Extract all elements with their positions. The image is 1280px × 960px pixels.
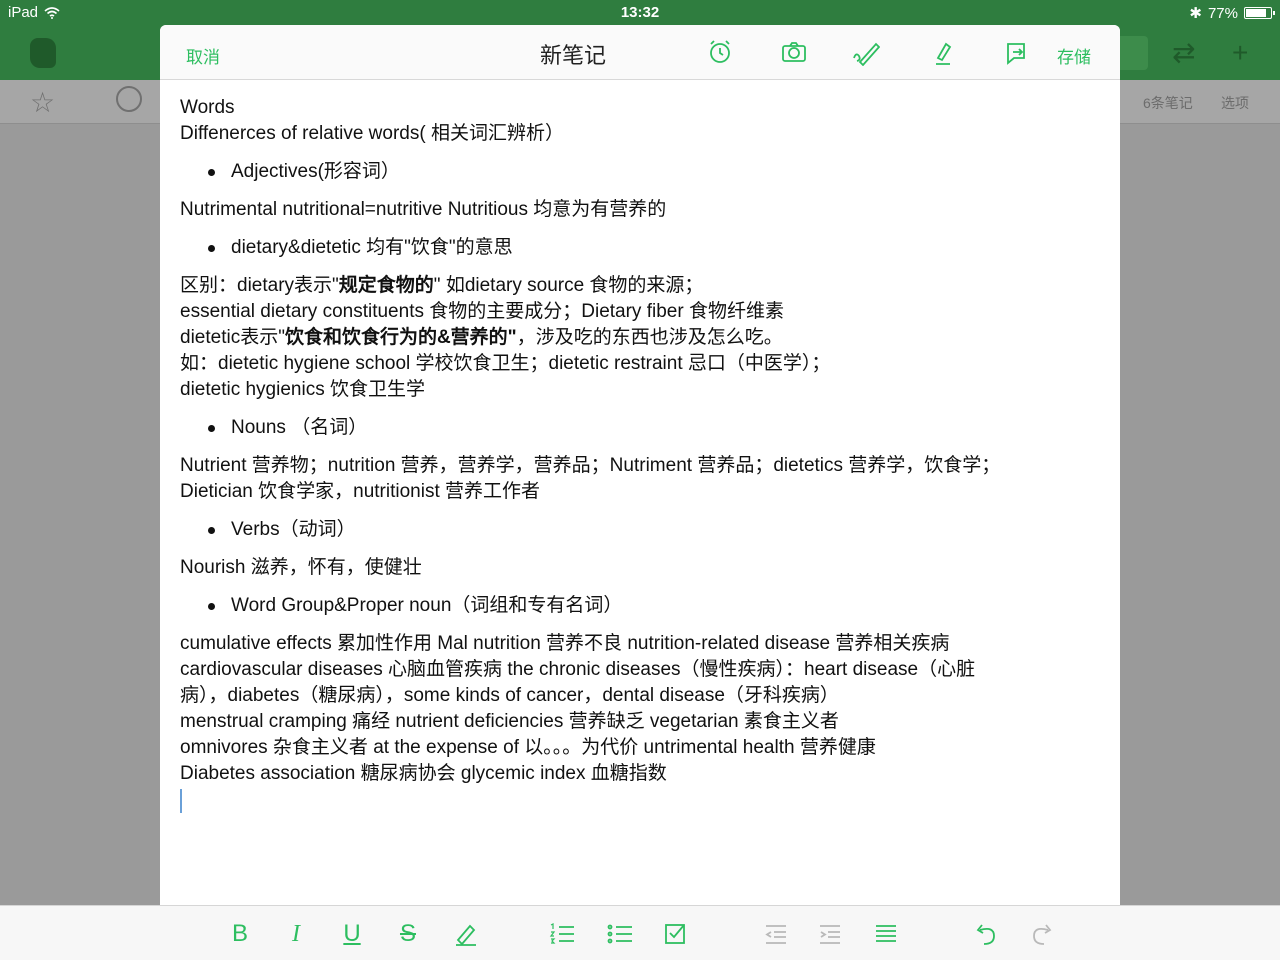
indent-icon[interactable] — [816, 920, 844, 948]
note-line: 如：dietetic hygiene school 学校饮食卫生；dieteti… — [180, 353, 831, 374]
note-line: Words — [180, 97, 235, 118]
undo-icon[interactable] — [972, 920, 1000, 948]
options-button[interactable]: 选项 — [1221, 93, 1249, 113]
bold-icon[interactable]: B — [226, 920, 254, 948]
note-count: 6条笔记 — [1143, 95, 1193, 111]
evernote-logo-icon[interactable] — [30, 38, 56, 68]
editor-header: 取消 新笔记 存储 — [160, 25, 1120, 80]
note-line: 区别：dietary表示"规定食物的" 如dietary source 食物的来… — [180, 273, 1080, 299]
text-span: 区别：dietary表示" — [180, 275, 339, 296]
note-line: Diabetes association 糖尿病协会 glycemic inde… — [180, 763, 667, 784]
note-line: dietetic hygienics 饮食卫生学 — [180, 379, 425, 400]
bullet-dot — [208, 424, 215, 432]
note-line: essential dietary constituents 食物的主要成分；D… — [180, 301, 784, 322]
highlight-icon[interactable] — [452, 920, 480, 948]
text-cursor — [180, 789, 182, 813]
bullet-item: Verbs（动词） — [208, 517, 1080, 543]
bulleted-list-icon[interactable] — [606, 920, 634, 948]
bluetooth-icon: ✱ — [1189, 5, 1202, 22]
bullet-dot — [208, 526, 215, 534]
battery-percent: 77% — [1207, 4, 1238, 22]
outdent-icon[interactable] — [762, 920, 790, 948]
note-line: menstrual cramping 痛经 nutrient deficienc… — [180, 711, 839, 732]
align-icon[interactable] — [872, 920, 900, 948]
camera-icon[interactable] — [780, 38, 808, 66]
checkbox-icon[interactable] — [662, 920, 690, 948]
status-right: ✱ 77% — [1189, 4, 1275, 22]
share-note-icon[interactable] — [1002, 38, 1030, 66]
bold-text: 规定食物的 — [338, 275, 434, 296]
handwriting-icon[interactable] — [852, 38, 881, 67]
share-icon[interactable]: ⇄ — [1172, 38, 1195, 68]
text-span: " 如dietary source 食物的来源； — [433, 275, 704, 296]
text-span: ，涉及吃的东西也涉及怎么吃。 — [516, 327, 783, 348]
note-line: cumulative effects 累加性作用 Mal nutrition 营… — [180, 633, 950, 654]
note-content[interactable]: Words Diffenerces of relative words( 相关词… — [180, 95, 1080, 813]
bullet-item: Nouns （名词） — [208, 415, 1080, 441]
bullet-text: Adjectives(形容词） — [231, 161, 400, 182]
bullet-item: Word Group&Proper noun（词组和专有名词） — [208, 593, 1080, 619]
add-icon[interactable]: + — [1232, 38, 1248, 68]
bullet-dot — [208, 168, 215, 176]
bullet-dot — [208, 244, 215, 252]
note-line: Diffenerces of relative words( 相关词汇辨析） — [180, 123, 564, 144]
note-line: Nutrient 营养物；nutrition 营养，营养学，营养品；Nutrim… — [180, 455, 1001, 476]
status-bar: iPad 13:32 ✱ 77% — [0, 0, 1280, 26]
bullet-text: Verbs（动词） — [231, 519, 356, 540]
format-toolbar: B I U S — [0, 905, 1280, 960]
note-line: 病），diabetes（糖尿病），some kinds of cancer，de… — [180, 685, 839, 706]
battery-icon — [1244, 7, 1275, 19]
bullet-dot — [208, 602, 215, 610]
italic-icon[interactable]: I — [282, 920, 310, 948]
new-note-editor: 取消 新笔记 存储 Words Diffenerces of relative … — [160, 25, 1120, 905]
reminder-icon[interactable] — [116, 86, 142, 112]
pen-icon[interactable] — [928, 38, 956, 66]
note-line: Dietician 饮食学家，nutritionist 营养工作者 — [180, 481, 541, 502]
note-line: Nourish 滋养，怀有，使健壮 — [180, 557, 422, 578]
note-line: cardiovascular diseases 心脑血管疾病 the chron… — [180, 659, 976, 680]
note-line: dietetic表示"饮食和饮食行为的&营养的"，涉及吃的东西也涉及怎么吃。 — [180, 325, 1080, 351]
text-span: dietetic表示" — [180, 327, 285, 348]
strikethrough-icon[interactable]: S — [394, 920, 422, 948]
battery-level — [1246, 9, 1267, 17]
note-line: omnivores 杂食主义者 at the expense of 以。。。为代… — [180, 737, 876, 758]
bold-text: 饮食和饮食行为的&营养的" — [284, 327, 517, 348]
bullet-text: Word Group&Proper noun（词组和专有名词） — [231, 595, 623, 616]
star-icon[interactable]: ☆ — [30, 86, 55, 119]
bullet-item: dietary&dietetic 均有"饮食"的意思 — [208, 235, 1080, 261]
underline-icon[interactable]: U — [338, 920, 366, 948]
bullet-text: Nouns （名词） — [231, 417, 368, 438]
alarm-icon[interactable] — [706, 38, 734, 66]
bullet-item: Adjectives(形容词） — [208, 159, 1080, 185]
clock-time: 13:32 — [620, 4, 660, 21]
editor-title: 新笔记 — [540, 43, 607, 68]
bullet-text: dietary&dietetic 均有"饮食"的意思 — [231, 237, 513, 258]
note-line: Nutrimental nutritional=nutritive Nutrit… — [180, 199, 667, 220]
cancel-button[interactable]: 取消 — [186, 43, 220, 68]
numbered-list-icon[interactable] — [548, 920, 576, 948]
save-button[interactable]: 存储 — [1057, 43, 1091, 68]
redo-icon[interactable] — [1028, 920, 1056, 948]
